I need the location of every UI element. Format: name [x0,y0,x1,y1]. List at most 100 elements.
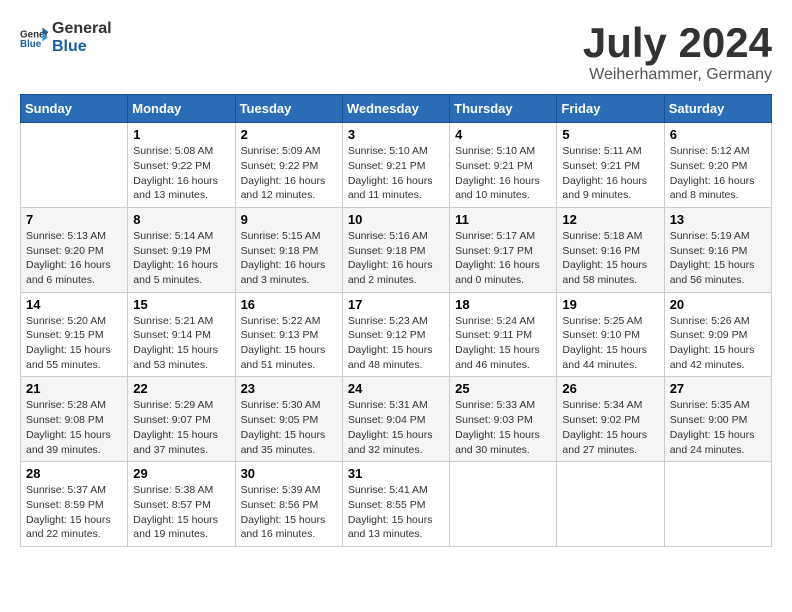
column-header-friday: Friday [557,95,664,123]
calendar-cell: 15 Sunrise: 5:21 AM Sunset: 9:14 PM Dayli… [128,292,235,377]
calendar-cell: 2 Sunrise: 5:09 AM Sunset: 9:22 PM Daylig… [235,123,342,208]
calendar-cell: 14 Sunrise: 5:20 AM Sunset: 9:15 PM Dayli… [21,292,128,377]
day-number: 31 [348,466,444,481]
day-number: 21 [26,381,122,396]
logo-general-text: General [52,20,112,38]
day-number: 28 [26,466,122,481]
day-info: Sunrise: 5:23 AM Sunset: 9:12 PM Dayligh… [348,314,444,373]
title-block: July 2024 Weiherhammer, Germany [583,20,772,84]
day-info: Sunrise: 5:37 AM Sunset: 8:59 PM Dayligh… [26,483,122,542]
calendar-cell [664,462,771,547]
logo: General Blue General Blue [20,20,112,55]
day-info: Sunrise: 5:16 AM Sunset: 9:18 PM Dayligh… [348,229,444,288]
day-number: 22 [133,381,229,396]
day-info: Sunrise: 5:10 AM Sunset: 9:21 PM Dayligh… [348,144,444,203]
calendar-cell: 27Sunrise: 5:35 AM Sunset: 9:00 PM Dayli… [664,377,771,462]
calendar-cell: 5Sunrise: 5:11 AM Sunset: 9:21 PM Daylig… [557,123,664,208]
day-number: 12 [562,212,658,227]
day-number: 27 [670,381,766,396]
calendar-cell: 30 Sunrise: 5:39 AM Sunset: 8:56 PM Dayli… [235,462,342,547]
calendar-table: SundayMondayTuesdayWednesdayThursdayFrid… [20,94,772,547]
calendar-cell: 26Sunrise: 5:34 AM Sunset: 9:02 PM Dayli… [557,377,664,462]
calendar-cell: 17 Sunrise: 5:23 AM Sunset: 9:12 PM Dayli… [342,292,449,377]
day-info: Sunrise: 5:33 AM Sunset: 9:03 PM Dayligh… [455,398,551,457]
day-number: 4 [455,127,551,142]
day-number: 9 [241,212,337,227]
calendar-title: July 2024 [583,20,772,66]
day-info: Sunrise: 5:30 AM Sunset: 9:05 PM Dayligh… [241,398,337,457]
day-info: Sunrise: 5:20 AM Sunset: 9:15 PM Dayligh… [26,314,122,373]
day-number: 1 [133,127,229,142]
calendar-cell: 6 Sunrise: 5:12 AM Sunset: 9:20 PM Daylig… [664,123,771,208]
calendar-cell: 23Sunrise: 5:30 AM Sunset: 9:05 PM Dayli… [235,377,342,462]
day-number: 25 [455,381,551,396]
calendar-cell: 24 Sunrise: 5:31 AM Sunset: 9:04 PM Dayli… [342,377,449,462]
calendar-cell [557,462,664,547]
column-header-wednesday: Wednesday [342,95,449,123]
calendar-cell: 13Sunrise: 5:19 AM Sunset: 9:16 PM Dayli… [664,207,771,292]
calendar-cell: 19 Sunrise: 5:25 AM Sunset: 9:10 PM Dayli… [557,292,664,377]
day-info: Sunrise: 5:28 AM Sunset: 9:08 PM Dayligh… [26,398,122,457]
day-number: 18 [455,297,551,312]
logo-blue-text: Blue [52,38,112,56]
calendar-week-4: 21 Sunrise: 5:28 AM Sunset: 9:08 PM Dayli… [21,377,772,462]
day-info: Sunrise: 5:39 AM Sunset: 8:56 PM Dayligh… [241,483,337,542]
day-info: Sunrise: 5:41 AM Sunset: 8:55 PM Dayligh… [348,483,444,542]
day-info: Sunrise: 5:08 AM Sunset: 9:22 PM Dayligh… [133,144,229,203]
calendar-header-row: SundayMondayTuesdayWednesdayThursdayFrid… [21,95,772,123]
day-number: 14 [26,297,122,312]
day-info: Sunrise: 5:18 AM Sunset: 9:16 PM Dayligh… [562,229,658,288]
day-info: Sunrise: 5:13 AM Sunset: 9:20 PM Dayligh… [26,229,122,288]
day-info: Sunrise: 5:12 AM Sunset: 9:20 PM Dayligh… [670,144,766,203]
calendar-cell: 28 Sunrise: 5:37 AM Sunset: 8:59 PM Dayli… [21,462,128,547]
day-number: 15 [133,297,229,312]
calendar-cell: 7 Sunrise: 5:13 AM Sunset: 9:20 PM Daylig… [21,207,128,292]
day-number: 11 [455,212,551,227]
day-number: 24 [348,381,444,396]
day-info: Sunrise: 5:09 AM Sunset: 9:22 PM Dayligh… [241,144,337,203]
calendar-cell: 31 Sunrise: 5:41 AM Sunset: 8:55 PM Dayli… [342,462,449,547]
day-number: 20 [670,297,766,312]
day-info: Sunrise: 5:21 AM Sunset: 9:14 PM Dayligh… [133,314,229,373]
calendar-cell: 25 Sunrise: 5:33 AM Sunset: 9:03 PM Dayli… [450,377,557,462]
calendar-cell: 29 Sunrise: 5:38 AM Sunset: 8:57 PM Dayli… [128,462,235,547]
column-header-tuesday: Tuesday [235,95,342,123]
day-number: 19 [562,297,658,312]
day-info: Sunrise: 5:31 AM Sunset: 9:04 PM Dayligh… [348,398,444,457]
day-info: Sunrise: 5:15 AM Sunset: 9:18 PM Dayligh… [241,229,337,288]
day-number: 3 [348,127,444,142]
day-number: 30 [241,466,337,481]
page-header: General Blue General Blue July 2024 Weih… [20,20,772,84]
day-info: Sunrise: 5:25 AM Sunset: 9:10 PM Dayligh… [562,314,658,373]
calendar-cell: 16Sunrise: 5:22 AM Sunset: 9:13 PM Dayli… [235,292,342,377]
day-number: 13 [670,212,766,227]
calendar-cell: 8Sunrise: 5:14 AM Sunset: 9:19 PM Daylig… [128,207,235,292]
day-number: 29 [133,466,229,481]
day-info: Sunrise: 5:24 AM Sunset: 9:11 PM Dayligh… [455,314,551,373]
day-number: 7 [26,212,122,227]
day-number: 17 [348,297,444,312]
logo-icon: General Blue [20,26,48,50]
calendar-cell: 4 Sunrise: 5:10 AM Sunset: 9:21 PM Daylig… [450,123,557,208]
day-number: 6 [670,127,766,142]
day-info: Sunrise: 5:22 AM Sunset: 9:13 PM Dayligh… [241,314,337,373]
calendar-cell [450,462,557,547]
calendar-cell: 22Sunrise: 5:29 AM Sunset: 9:07 PM Dayli… [128,377,235,462]
day-number: 2 [241,127,337,142]
calendar-cell [21,123,128,208]
day-info: Sunrise: 5:26 AM Sunset: 9:09 PM Dayligh… [670,314,766,373]
day-info: Sunrise: 5:10 AM Sunset: 9:21 PM Dayligh… [455,144,551,203]
day-number: 8 [133,212,229,227]
day-info: Sunrise: 5:34 AM Sunset: 9:02 PM Dayligh… [562,398,658,457]
calendar-subtitle: Weiherhammer, Germany [583,66,772,84]
column-header-sunday: Sunday [21,95,128,123]
day-number: 10 [348,212,444,227]
calendar-cell: 12 Sunrise: 5:18 AM Sunset: 9:16 PM Dayli… [557,207,664,292]
day-info: Sunrise: 5:17 AM Sunset: 9:17 PM Dayligh… [455,229,551,288]
calendar-week-2: 7 Sunrise: 5:13 AM Sunset: 9:20 PM Daylig… [21,207,772,292]
column-header-monday: Monday [128,95,235,123]
svg-text:Blue: Blue [20,39,42,50]
calendar-cell: 11 Sunrise: 5:17 AM Sunset: 9:17 PM Dayli… [450,207,557,292]
day-info: Sunrise: 5:38 AM Sunset: 8:57 PM Dayligh… [133,483,229,542]
calendar-cell: 1 Sunrise: 5:08 AM Sunset: 9:22 PM Daylig… [128,123,235,208]
